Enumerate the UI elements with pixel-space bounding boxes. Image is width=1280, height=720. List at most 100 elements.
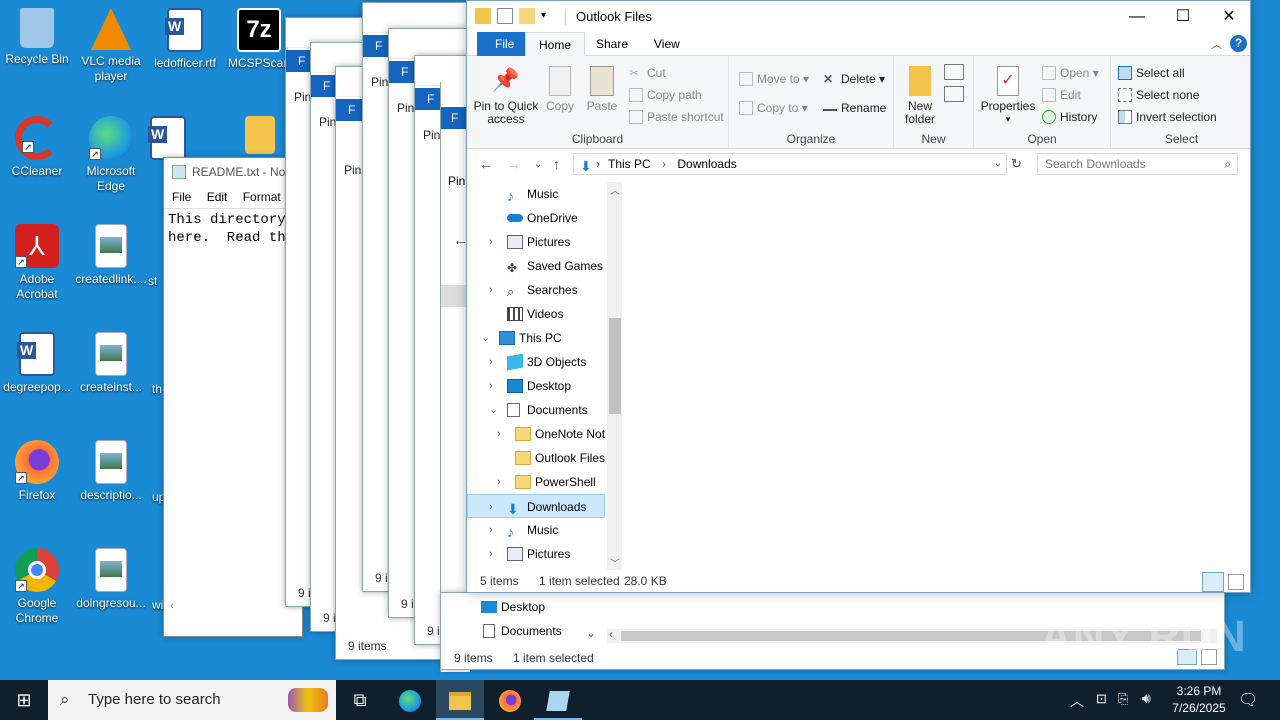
desktop-icon-acrobat[interactable]: ⅄ ↗ Adobe Acrobat [0, 224, 74, 302]
scroll-down-arrow-icon[interactable]: ﹀ [610, 555, 620, 570]
expand-chevron-icon[interactable]: › [489, 278, 501, 302]
properties-icon[interactable] [497, 8, 513, 24]
desktop-icon-doingresou[interactable]: doingresou... [74, 548, 148, 611]
refresh-icon[interactable]: ↻ [1011, 156, 1022, 172]
desktop-icon-recycle-bin[interactable]: Recycle Bin [0, 8, 74, 67]
desktop-icon-createinst[interactable]: createinst... [74, 332, 148, 395]
taskbar-firefox[interactable] [486, 680, 534, 720]
breadcrumb-this-pc[interactable]: This PC [608, 157, 651, 171]
expand-chevron-icon[interactable]: › [489, 350, 501, 374]
start-button[interactable]: ⊞ [0, 680, 48, 720]
nav-item-videos[interactable]: Videos [467, 302, 607, 326]
copy-path-button[interactable]: Copy path [629, 88, 702, 102]
new-folder-icon[interactable] [519, 8, 535, 24]
taskbar-search[interactable]: ⌕ Type here to search [48, 680, 336, 720]
pin-to-quick-access-button[interactable]: 📌 Pin to Quick access [473, 66, 539, 126]
forward-arrow-icon[interactable]: → [507, 156, 521, 172]
explorer-titlebar[interactable]: ▾ Outlook Files — ☐ ✕ [467, 1, 1250, 32]
nav-item-this-pc[interactable]: ⌄ This PC [467, 326, 607, 350]
history-button[interactable]: History [1042, 110, 1097, 124]
tab-view[interactable]: View [641, 32, 693, 56]
nav-item-music-2[interactable]: › ♪ Music [467, 518, 607, 542]
up-arrow-icon[interactable]: ↑ [553, 156, 560, 172]
explorer-window[interactable]: ▾ Outlook Files — ☐ ✕ File Home Share Vi… [466, 0, 1251, 593]
nav-item-powershell[interactable]: › PowerShell [467, 470, 607, 494]
delete-button[interactable]: ✕ Delete ▾ [823, 72, 885, 86]
open-button[interactable]: Open ▾ [1042, 66, 1099, 80]
volume-icon[interactable]: 🔊︎ [1142, 690, 1151, 707]
notepad-titlebar[interactable]: README.txt - No [164, 158, 302, 186]
desktop-icon-edge[interactable]: ↗ Microsoft Edge [74, 116, 148, 194]
tray-device-icon[interactable]: ⊡ [1096, 691, 1107, 707]
copy-to-button[interactable]: Copy to ▾ [739, 101, 808, 115]
chevron-down-icon[interactable]: ▾ [541, 10, 546, 24]
nav-item-music[interactable]: ♪ Music [467, 182, 607, 206]
desktop-icon-firefox[interactable]: ↗ Firefox [0, 440, 74, 503]
cut-button[interactable]: ✂ Cut [629, 66, 666, 80]
notepad-menu-format[interactable]: Format [243, 190, 281, 204]
large-icons-view-icon[interactable] [1228, 574, 1244, 590]
network-icon[interactable]: ⎘ [1118, 691, 1128, 707]
nav-item-onenote[interactable]: › OneNote Not [467, 422, 607, 446]
tab-home[interactable]: Home [525, 32, 586, 56]
nav-item-outlook-files[interactable]: Outlook Files [467, 446, 607, 470]
properties-button[interactable]: ✓ Properties ▾ [978, 66, 1038, 126]
task-view-button[interactable]: ⧉ [336, 680, 384, 720]
taskbar-file-explorer[interactable] [436, 680, 484, 720]
expand-chevron-icon[interactable]: › [489, 518, 501, 542]
clock[interactable]: 3:26 PM 7/26/2025 [1168, 684, 1230, 715]
navigation-scrollbar[interactable]: ︿ ﹀ [607, 182, 622, 570]
desktop-icon-description[interactable]: descriptio... [74, 440, 148, 503]
paste-shortcut-button[interactable]: Paste shortcut [629, 110, 724, 124]
nav-item-documents[interactable]: Documents [501, 624, 562, 638]
nav-item-saved-games[interactable]: ✤ Saved Games [467, 254, 607, 278]
taskbar-edge[interactable] [386, 680, 434, 720]
nav-item-downloads[interactable]: › ⬇ Downloads [467, 494, 605, 518]
scroll-left-arrow-icon[interactable]: ‹ [609, 627, 613, 641]
desktop-icon-vlc[interactable]: VLC media player [74, 8, 148, 84]
back-arrow-icon[interactable]: ← [479, 156, 493, 172]
scroll-left-arrow-icon[interactable]: ‹ [170, 600, 174, 612]
copy-button[interactable]: Copy [541, 66, 579, 113]
close-button[interactable]: ✕ [1206, 1, 1252, 32]
new-item-icon[interactable] [944, 64, 964, 80]
select-all-button[interactable]: Select all [1118, 66, 1185, 80]
desktop-icon-st-folder[interactable] [240, 116, 280, 158]
tab-share[interactable]: Share [583, 32, 641, 56]
nav-item-pictures[interactable]: › Pictures [467, 230, 607, 254]
tray-overflow-chevron-icon[interactable]: ︿ [1070, 691, 1084, 711]
desktop-icon-ccleaner[interactable]: ↗ CCleaner [0, 116, 74, 179]
minimize-button[interactable]: — [1114, 1, 1160, 32]
desktop-icon-degreepop[interactable]: W degreepop... [0, 332, 74, 395]
scroll-up-arrow-icon[interactable]: ︿ [610, 182, 620, 197]
nav-item-documents[interactable]: ⌄ Documents [467, 398, 607, 422]
expand-chevron-icon[interactable]: › [489, 374, 501, 398]
taskbar-notepad[interactable] [534, 680, 582, 720]
edit-button[interactable]: Edit [1042, 88, 1081, 102]
notification-icon[interactable]: 🗨︎ [1238, 690, 1258, 710]
scroll-down-arrow-icon[interactable]: ⌄ [586, 626, 596, 640]
maximize-button[interactable]: ☐ [1160, 1, 1206, 32]
file-list-area[interactable] [624, 182, 1250, 570]
recent-locations-chevron-icon[interactable]: ⌄ [534, 159, 542, 170]
expand-chevron-icon[interactable]: › [489, 542, 501, 566]
easy-access-icon[interactable] [944, 86, 964, 102]
collapse-ribbon-icon[interactable]: ︿ [1211, 36, 1222, 52]
invert-selection-button[interactable]: Invert selection [1118, 110, 1217, 124]
nav-item-desktop[interactable]: Desktop [501, 600, 545, 614]
notepad-window[interactable]: README.txt - No File Edit Format This di… [163, 157, 303, 637]
desktop-icon-ledofficer[interactable]: W ledofficer.rtf [148, 8, 222, 71]
desktop-icon-chrome[interactable]: ↗ Google Chrome [0, 548, 74, 626]
expand-chevron-icon[interactable]: › [497, 470, 509, 494]
details-view-icon[interactable] [1202, 572, 1224, 592]
expand-chevron-icon[interactable]: › [489, 230, 501, 254]
desktop-icon-createdlink[interactable]: createdlink.... [74, 224, 148, 287]
collapse-chevron-icon[interactable]: ⌄ [481, 326, 493, 350]
nav-item-3d-objects[interactable]: › 3D Objects [467, 350, 607, 374]
help-icon[interactable]: ? [1230, 35, 1247, 52]
breadcrumb-downloads[interactable]: Downloads [677, 157, 736, 171]
move-to-button[interactable]: Move to ▾ [739, 72, 809, 86]
nav-item-searches[interactable]: › ⌕ Searches [467, 278, 607, 302]
expand-chevron-icon[interactable]: › [489, 495, 501, 519]
new-folder-button[interactable]: New folder [898, 66, 942, 126]
